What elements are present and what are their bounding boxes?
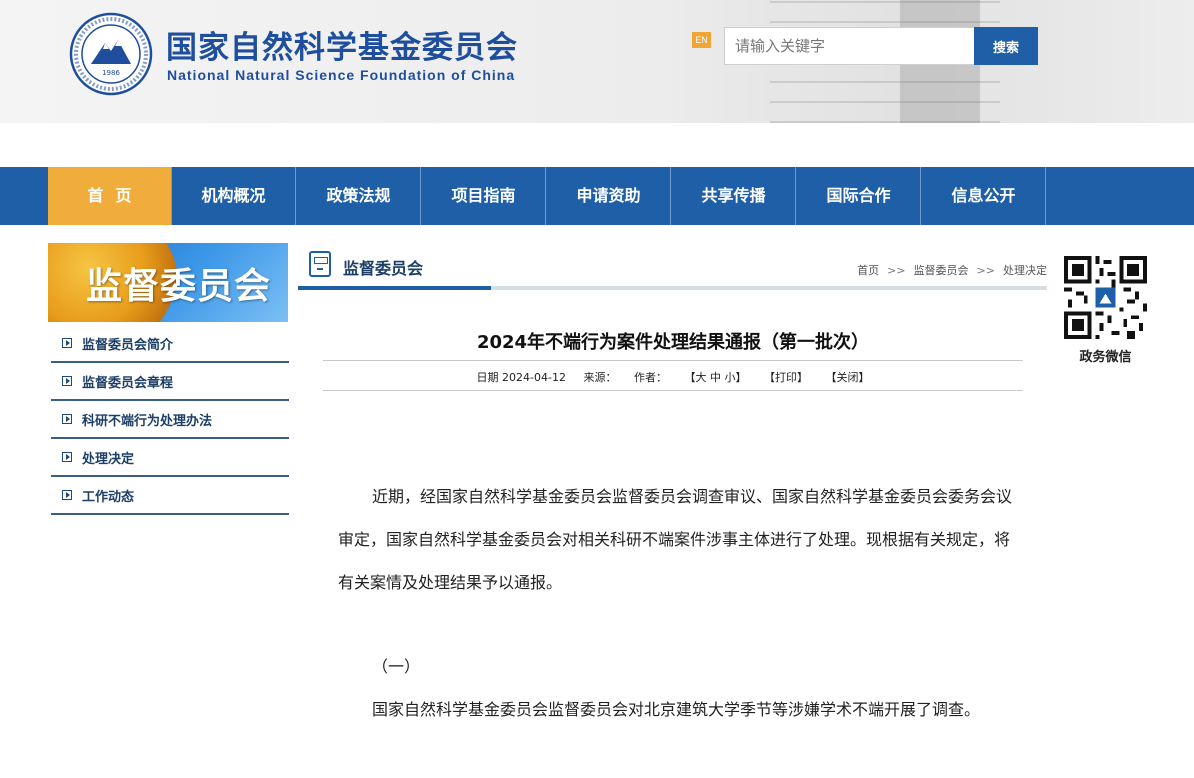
article-author: 作者： bbox=[633, 371, 667, 384]
section-divider-accent bbox=[298, 286, 491, 290]
nsfc-seal-logo[interactable]: 1986 bbox=[69, 12, 153, 96]
article-paragraph: 近期，经国家自然科学基金委员会监督委员会调查审议、国家自然科学基金委员会委务会议… bbox=[338, 487, 1013, 592]
nav-about[interactable]: 机构概况 bbox=[172, 167, 296, 225]
print-link[interactable]: 【打印】 bbox=[764, 371, 808, 384]
nav-sharing[interactable]: 共享传播 bbox=[672, 167, 796, 225]
main-navigation: 首页 机构概况 政策法规 项目指南 申请资助 共享传播 国际合作 信息公开 bbox=[0, 167, 1194, 225]
divider bbox=[323, 390, 1023, 391]
divider bbox=[323, 360, 1023, 361]
nav-disclosure[interactable]: 信息公开 bbox=[922, 167, 1046, 225]
article-source: 来源： bbox=[583, 371, 617, 384]
sidebar-item-intro[interactable]: 监督委员会简介 bbox=[51, 325, 289, 363]
sidebar-banner-title: 监督委员会 bbox=[86, 266, 272, 307]
search-input[interactable] bbox=[724, 27, 975, 65]
english-version-link[interactable]: EN bbox=[692, 32, 711, 48]
sidebar-item-label: 监督委员会简介 bbox=[82, 337, 174, 353]
breadcrumb: 首页 >> 监督委员会 >> 处理决定 bbox=[857, 262, 1047, 278]
document-icon bbox=[309, 251, 331, 277]
search-button[interactable]: 搜索 bbox=[974, 27, 1038, 65]
breadcrumb-decisions[interactable]: 处理决定 bbox=[1003, 264, 1047, 277]
close-link[interactable]: 【关闭】 bbox=[825, 371, 869, 384]
article-date: 日期 2024-04-12 bbox=[476, 371, 566, 384]
wechat-qr-code-icon bbox=[1064, 256, 1147, 339]
sidebar-menu: 监督委员会简介 监督委员会章程 科研不端行为处理办法 处理决定 工作动态 bbox=[51, 325, 289, 515]
arrow-right-icon bbox=[62, 376, 72, 386]
nav-international[interactable]: 国际合作 bbox=[797, 167, 921, 225]
nav-funding[interactable]: 申请资助 bbox=[547, 167, 671, 225]
breadcrumb-committee[interactable]: 监督委员会 bbox=[914, 264, 969, 277]
nav-guide[interactable]: 项目指南 bbox=[422, 167, 546, 225]
article-title: 2024年不端行为案件处理结果通报（第一批次） bbox=[476, 332, 870, 353]
qr-code-label: 政务微信 bbox=[1079, 350, 1132, 365]
sidebar-item-label: 工作动态 bbox=[82, 489, 135, 505]
sidebar-banner: 监督委员会 bbox=[48, 243, 288, 322]
article-paragraph: 国家自然科学基金委员会监督委员会对北京建筑大学季节等涉嫌学术不端开展了调查。 bbox=[372, 700, 981, 719]
sidebar-item-label: 监督委员会章程 bbox=[82, 375, 174, 391]
article-subheading: （一） bbox=[372, 657, 421, 676]
breadcrumb-separator-icon: >> bbox=[976, 264, 995, 277]
article-meta: 日期 2024-04-12 来源： 作者： 【大 中 小】 【打印】 【关闭】 bbox=[323, 369, 1023, 385]
site-title-chinese: 国家自然科学基金委员会 bbox=[166, 30, 518, 66]
breadcrumb-home[interactable]: 首页 bbox=[857, 264, 879, 277]
nav-home[interactable]: 首页 bbox=[48, 167, 172, 225]
breadcrumb-separator-icon: >> bbox=[887, 264, 906, 277]
font-size-switch[interactable]: 【大 中 小】 bbox=[684, 371, 746, 384]
section-header: 监督委员会 首页 >> 监督委员会 >> 处理决定 bbox=[298, 243, 1047, 290]
arrow-right-icon bbox=[62, 490, 72, 500]
sidebar-item-decisions[interactable]: 处理决定 bbox=[51, 439, 289, 477]
section-title: 监督委员会 bbox=[343, 259, 424, 278]
sidebar-item-charter[interactable]: 监督委员会章程 bbox=[51, 363, 289, 401]
nav-policy[interactable]: 政策法规 bbox=[297, 167, 421, 225]
sidebar-item-news[interactable]: 工作动态 bbox=[51, 477, 289, 515]
sidebar-item-label: 处理决定 bbox=[82, 451, 135, 467]
site-title-english: National Natural Science Foundation of C… bbox=[167, 67, 516, 83]
arrow-right-icon bbox=[62, 452, 72, 462]
arrow-right-icon bbox=[62, 414, 72, 424]
arrow-right-icon bbox=[62, 338, 72, 348]
svg-text:1986: 1986 bbox=[102, 69, 120, 77]
site-header: 1986 国家自然科学基金委员会 National Natural Scienc… bbox=[0, 0, 1194, 123]
sidebar-item-misconduct-rules[interactable]: 科研不端行为处理办法 bbox=[51, 401, 289, 439]
sidebar-item-label: 科研不端行为处理办法 bbox=[82, 413, 213, 429]
